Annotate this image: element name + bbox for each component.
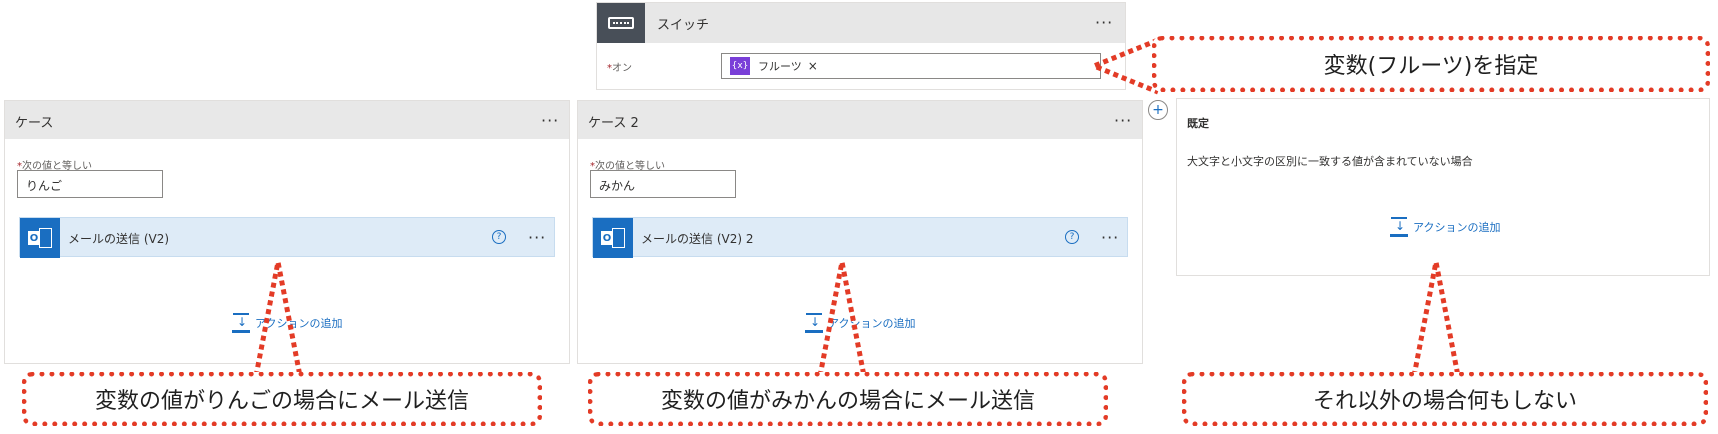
variable-token-label: フルーツ — [758, 60, 802, 73]
variable-icon: {x} — [730, 57, 750, 75]
help-icon[interactable]: ? — [492, 230, 506, 244]
add-action-label: アクションの追加 — [1413, 221, 1501, 234]
switch-card[interactable]: スイッチ ··· *オン {x} フルーツ × — [596, 2, 1126, 90]
send-email-action[interactable]: O メールの送信 (V2) 2 ? ··· — [592, 217, 1128, 258]
switch-on-label: *オン — [607, 63, 632, 74]
add-action-button[interactable]: ↓ アクションの追加 — [804, 313, 915, 333]
case2-annotation: 変数の値がみかんの場合にメール送信 — [588, 372, 1108, 426]
add-action-icon: ↓ — [804, 313, 824, 333]
add-action-button[interactable]: ↓ アクションの追加 — [1389, 217, 1500, 237]
action-title: メールの送信 (V2) — [68, 232, 170, 246]
case-header[interactable]: ケース 2 ··· — [578, 101, 1142, 139]
default-card[interactable]: 既定 大文字と小文字の区別に一致する値が含まれていない場合 ↓ アクションの追加 — [1176, 98, 1710, 276]
case-header[interactable]: ケース ··· — [5, 101, 569, 139]
variable-token[interactable]: {x} フルーツ × — [730, 57, 818, 75]
default-pointer — [1411, 261, 1461, 377]
case-title: ケース — [15, 116, 54, 131]
equals-input[interactable]: みかん — [590, 170, 736, 198]
token-remove-icon[interactable]: × — [808, 59, 818, 73]
add-action-icon: ↓ — [1389, 217, 1409, 237]
default-description: 大文字と小文字の区別に一致する値が含まれていない場合 — [1187, 155, 1473, 168]
case-more-button[interactable]: ··· — [541, 113, 559, 129]
add-action-button[interactable]: ↓ アクションの追加 — [231, 313, 342, 333]
add-action-label: アクションの追加 — [828, 317, 916, 330]
switch-annotation: 変数(フルーツ)を指定 — [1152, 36, 1710, 92]
case-card-1[interactable]: ケース ··· *次の値と等しい りんご O メールの送信 (V2) ? ···… — [4, 100, 570, 364]
action-title: メールの送信 (V2) 2 — [641, 232, 754, 246]
add-action-label: アクションの追加 — [255, 317, 343, 330]
case-title: ケース 2 — [588, 116, 639, 131]
outlook-icon: O — [593, 218, 633, 258]
switch-header[interactable]: スイッチ ··· — [597, 3, 1125, 43]
switch-on-input[interactable]: {x} フルーツ × — [721, 53, 1101, 79]
action-more-button[interactable]: ··· — [528, 230, 546, 246]
switch-more-button[interactable]: ··· — [1095, 15, 1113, 31]
add-case-plus-icon[interactable]: + — [1148, 100, 1168, 120]
action-more-button[interactable]: ··· — [1101, 230, 1119, 246]
default-annotation: それ以外の場合何もしない — [1182, 372, 1708, 426]
add-action-icon: ↓ — [231, 313, 251, 333]
outlook-icon: O — [20, 218, 60, 258]
switch-icon — [597, 3, 645, 43]
case1-annotation: 変数の値がりんごの場合にメール送信 — [22, 372, 542, 426]
case-more-button[interactable]: ··· — [1114, 113, 1132, 129]
send-email-action[interactable]: O メールの送信 (V2) ? ··· — [19, 217, 555, 258]
default-title: 既定 — [1187, 117, 1209, 130]
help-icon[interactable]: ? — [1065, 230, 1079, 244]
equals-input[interactable]: りんご — [17, 170, 163, 198]
switch-title: スイッチ — [657, 18, 710, 33]
case-card-2[interactable]: ケース 2 ··· *次の値と等しい みかん O メールの送信 (V2) 2 ?… — [577, 100, 1143, 364]
